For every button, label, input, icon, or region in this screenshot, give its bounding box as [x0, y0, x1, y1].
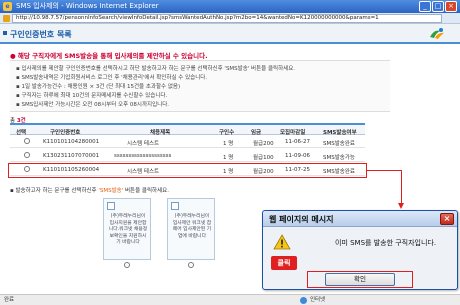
row-radio[interactable] — [24, 138, 30, 144]
table-row[interactable]: K130231107070001 ssssssssssssssssssss 1 … — [10, 149, 365, 162]
title-bullet-icon — [3, 31, 7, 35]
annotation-arrow-icon — [398, 203, 404, 209]
auth-no: K130231107070001 — [43, 153, 100, 159]
selected-row-highlight — [8, 163, 367, 178]
security-zone: 인터넷 — [310, 297, 326, 303]
message-icon — [107, 202, 115, 210]
guide-line: ▪ 구직자는 하루에 최대 10건의 문자메세지를 수신할수 있습니다. — [16, 93, 168, 99]
sms-status: SMS발송완료 — [323, 141, 355, 147]
dialog-message: 이미 SMS를 발송한 구직자입니다. — [335, 239, 437, 247]
worknet-logo — [430, 28, 444, 39]
template-radio[interactable] — [124, 262, 130, 268]
instruction-prefix: ▪ 발송하고자 하는 문구를 선택하신후 — [10, 188, 99, 194]
status-bar: 완료 인터넷 — [0, 294, 460, 305]
notice-title: ● 해당 구직자에게 SMS발송을 통해 입사제의를 제안하실 수 있습니다. — [10, 52, 208, 60]
guide-line: ▪ SMS입사제안 가능시간은 오전 08시부터 오후 08시까지입니다. — [16, 102, 170, 108]
annotation-connector — [367, 170, 402, 171]
message-icon — [171, 202, 179, 210]
row-radio[interactable] — [24, 152, 30, 158]
deadline: 11-09-06 — [285, 153, 310, 159]
window-close-button[interactable]: × — [445, 1, 457, 12]
warning-icon — [273, 234, 291, 250]
deadline: 11-06-27 — [285, 139, 310, 145]
dialog-close-button[interactable]: × — [440, 213, 454, 225]
headcount: 1 명 — [223, 141, 234, 147]
window-title: SMS 입사제의 - Windows Internet Explorer — [16, 2, 159, 10]
template-radio[interactable] — [188, 262, 194, 268]
headcount: 1 명 — [223, 155, 234, 161]
sms-instruction: ▪ 발송하고자 하는 문구를 선택하신후 'SMS발송' 버튼을 클릭하세요. — [10, 186, 169, 194]
message-template-card[interactable]: (주)두레누리님이 입사제안 워크넷 잡페어 입사제안된 기업에 바랍니다 — [167, 198, 215, 260]
minimize-button[interactable]: _ — [419, 1, 431, 12]
auth-no: K110101104280001 — [43, 139, 100, 145]
table-header: 선택 구인인증번호 채용제목 구인수 임금 모집마감일 SMS발송여부 — [10, 123, 365, 136]
click-annotation: 클릭 — [271, 256, 297, 270]
instruction-suffix: 버튼을 클릭하세요. — [123, 188, 169, 194]
wage: 월급100 — [253, 155, 274, 161]
ok-button[interactable]: 확인 — [325, 273, 395, 286]
guide-line: ▪ 입사제의를 제안할 구인인증번호를 선택하시고 하단 발송하고자 하는 문구… — [16, 66, 296, 72]
card-text: (주)두레누리님이 입사지원을 제안합니다.워크넷 채용정보확인을 지원하시기 … — [108, 214, 148, 245]
dialog-titlebar: 웹 페이지의 메시지 × — [263, 211, 457, 227]
page-header: 구인인증번호 목록 — [0, 24, 460, 44]
alert-dialog: 웹 페이지의 메시지 × 이미 SMS를 발송한 구직자입니다. 클릭 확인 — [262, 210, 458, 290]
wage: 월급200 — [253, 141, 274, 147]
card-text: (주)두레누리님이 입사제안 워크넷 잡페어 입사제안된 기업에 바랍니다 — [172, 214, 212, 239]
page-icon — [3, 15, 10, 22]
address-field[interactable]: http://10.98.7.57/pensonnInfoSearch/view… — [12, 14, 442, 23]
sms-status: SMS발송가능 — [323, 155, 355, 161]
guide-line: ▪ SMS발송내역은 기업회원서비스 로그인 후 '채용관리'에서 확인하실 수… — [16, 75, 208, 81]
instruction-keyword: 'SMS발송' — [98, 188, 124, 194]
annotation-connector — [401, 170, 402, 205]
status-text: 완료 — [4, 297, 15, 303]
guide-box: ▪ 입사제의를 제안할 구인인증번호를 선택하시고 하단 발송하고자 하는 문구… — [10, 60, 390, 112]
page-title: 구인인증번호 목록 — [10, 30, 72, 39]
table-row[interactable]: K110101104280001 시스템 테스트 1 명 월급200 11-06… — [10, 135, 365, 148]
ie-icon: e — [3, 2, 12, 11]
window-titlebar: e SMS 입사제의 - Windows Internet Explorer _… — [0, 0, 460, 13]
dialog-title: 웹 페이지의 메시지 — [269, 215, 334, 224]
job-title: ssssssssssssssssssss — [114, 153, 172, 159]
maximize-button[interactable]: □ — [432, 1, 444, 12]
job-title: 시스템 테스트 — [127, 141, 160, 147]
address-bar: http://10.98.7.57/pensonnInfoSearch/view… — [0, 13, 460, 24]
guide-line: ▪ 1일 발송가능건수 : 채용인원 × 3건 (단 최대 15건을 초과할수 … — [16, 84, 181, 90]
globe-icon — [300, 297, 307, 304]
message-template-card[interactable]: (주)두레누리님이 입사지원을 제안합니다.워크넷 채용정보확인을 지원하시기 … — [103, 198, 151, 260]
